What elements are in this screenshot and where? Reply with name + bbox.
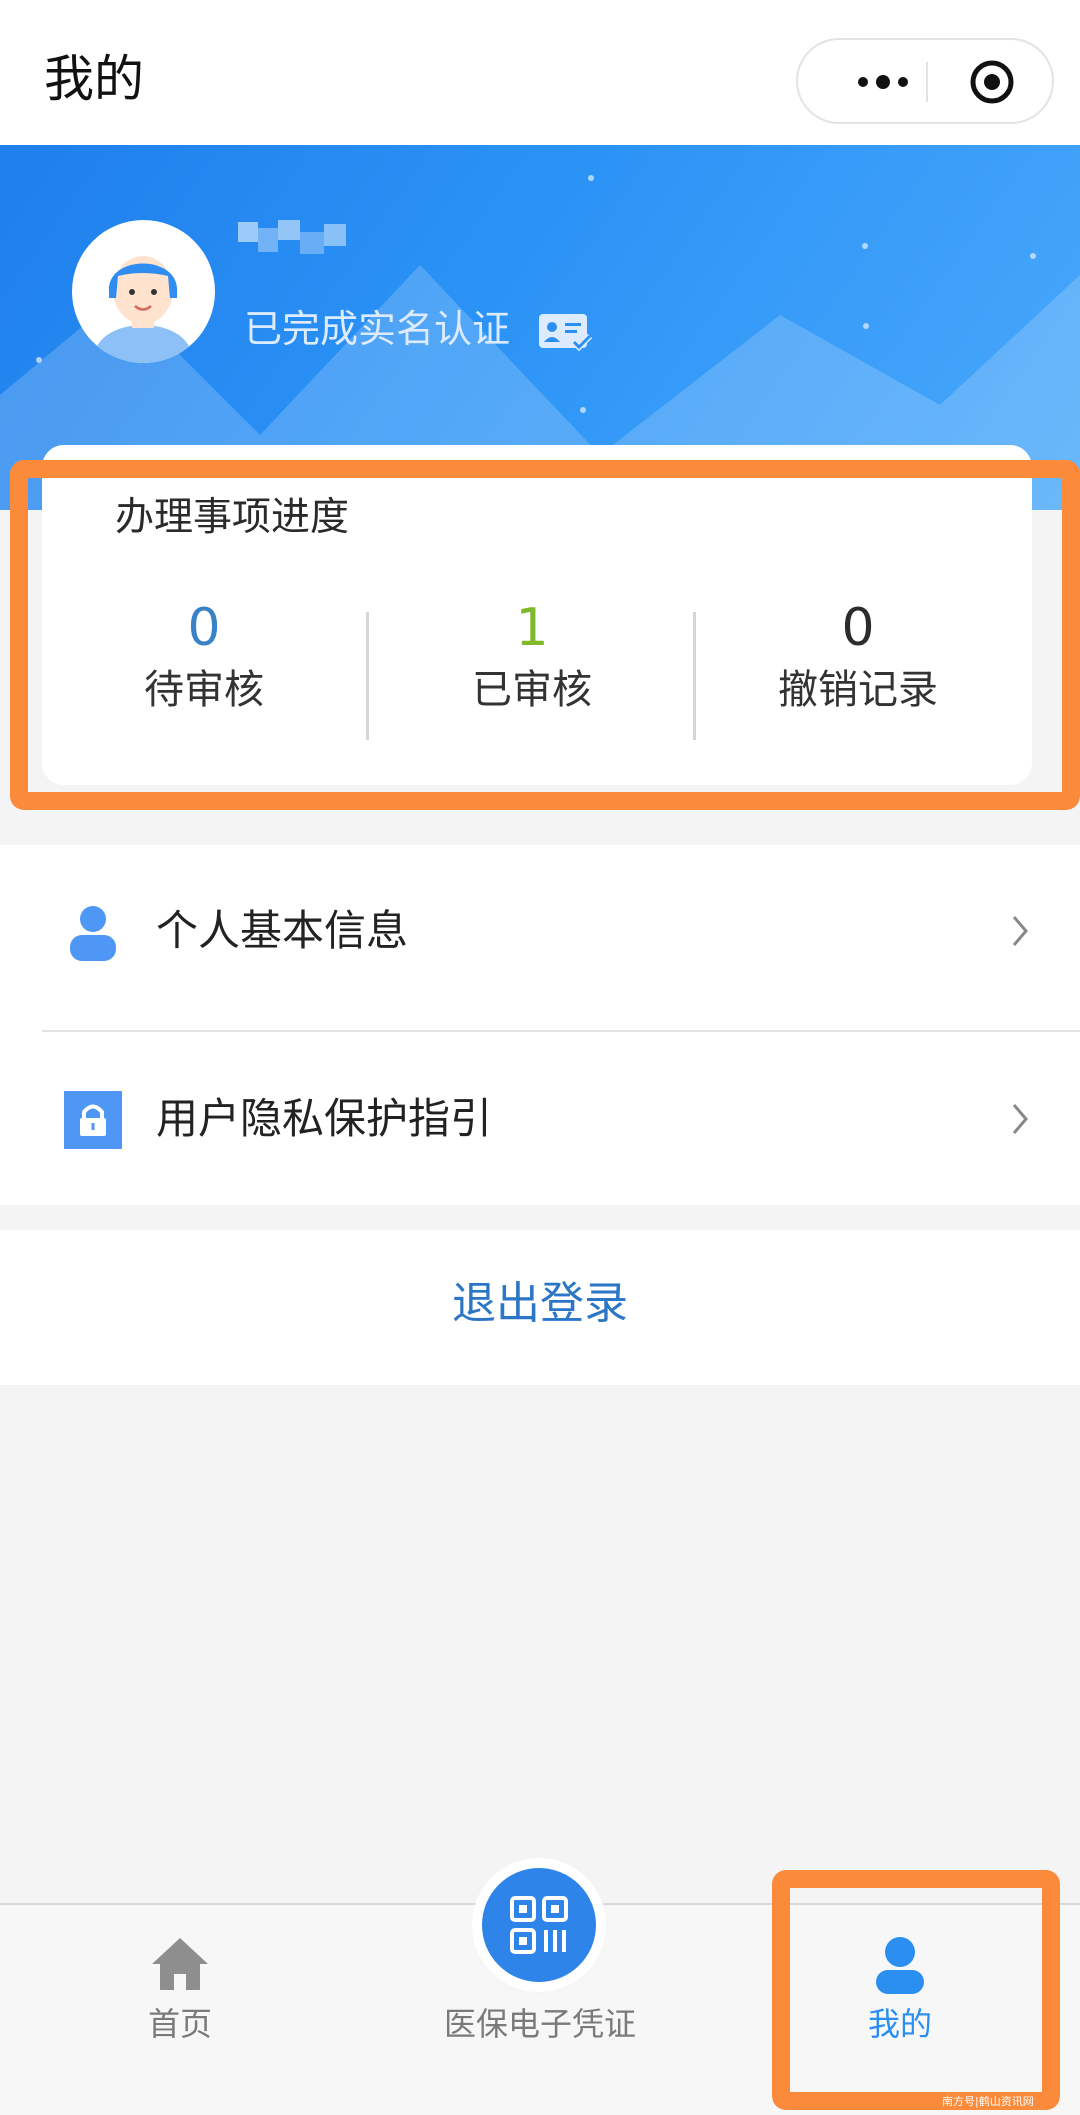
capsule-divider bbox=[926, 62, 928, 102]
qr-code-icon bbox=[510, 1896, 568, 1954]
menu-divider bbox=[42, 1030, 1080, 1032]
logout-button[interactable]: 退出登录 bbox=[0, 1272, 1080, 1336]
mini-program-capsule bbox=[796, 38, 1054, 124]
tab-ehs-code-label[interactable]: 医保电子凭证 bbox=[400, 2002, 680, 2046]
home-icon bbox=[152, 1938, 208, 1990]
person-icon bbox=[70, 906, 116, 961]
more-button[interactable] bbox=[828, 40, 938, 122]
chevron-right-icon bbox=[1012, 1104, 1028, 1134]
menu-item-personal-info[interactable]: 个人基本信息 bbox=[0, 845, 1080, 1017]
highlight-box-mine-tab bbox=[772, 1870, 1060, 2110]
highlight-box-progress bbox=[10, 460, 1080, 810]
id-card-icon bbox=[539, 314, 592, 352]
close-target-icon[interactable] bbox=[968, 58, 1016, 106]
chevron-right-icon bbox=[1012, 916, 1028, 946]
tab-home[interactable]: 首页 bbox=[100, 1930, 260, 2050]
menu-item-privacy-guide[interactable]: 用户隐私保护指引 bbox=[0, 1033, 1080, 1205]
menu-list: 个人基本信息 用户隐私保护指引 bbox=[0, 845, 1080, 1205]
username-blurred bbox=[238, 220, 346, 254]
avatar[interactable] bbox=[72, 220, 215, 363]
tab-ehs-code-button[interactable] bbox=[482, 1868, 596, 1982]
page-title: 我的 bbox=[44, 50, 144, 108]
verification-status: 已完成实名认证 bbox=[244, 307, 511, 351]
menu-item-label: 个人基本信息 bbox=[156, 906, 409, 955]
tab-home-label: 首页 bbox=[147, 2005, 212, 2043]
menu-item-label: 用户隐私保护指引 bbox=[156, 1094, 493, 1143]
lock-icon bbox=[64, 1091, 122, 1149]
watermark: 南方号|鹤山资讯网 bbox=[942, 2095, 1034, 2108]
